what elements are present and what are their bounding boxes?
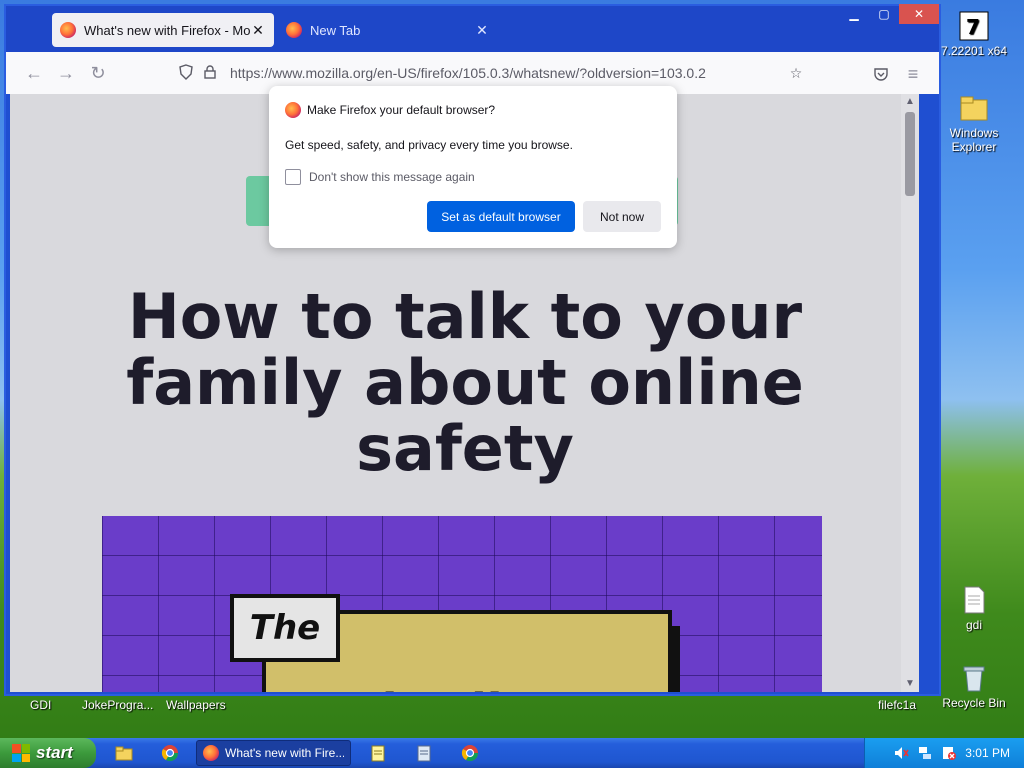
scrollbar[interactable]: ▲ ▼ [901,94,919,692]
desktop-icon-label: gdi [965,618,982,632]
notepad-quicklaunch-icon[interactable] [368,743,388,763]
hero-brand-text: TechTalk [298,684,517,692]
desktop-icon-label: 7.22201 x64 [940,44,1008,58]
document-quicklaunch-icon[interactable] [414,743,434,763]
taskbar: start What's new with Fire... 3:01 PM [0,738,1024,768]
svg-text:7: 7 [966,15,980,39]
tab-strip: What's new with Firefox - More ✕ New Tab… [6,4,939,52]
not-now-button[interactable]: Not now [583,201,661,232]
minimize-icon[interactable]: ▁ [839,4,869,24]
firefox-logo-icon [285,102,301,118]
scroll-down-icon[interactable]: ▼ [901,676,919,692]
set-default-browser-button[interactable]: Set as default browser [427,201,575,232]
scroll-up-icon[interactable]: ▲ [901,94,919,110]
pocket-icon[interactable] [865,58,897,90]
desktop-label-filefc1a[interactable]: filefc1a [878,698,916,712]
clock[interactable]: 3:01 PM [965,746,1010,760]
tracking-protection-shield-icon[interactable] [174,63,198,83]
security-alert-icon[interactable] [941,745,957,761]
dont-show-again-checkbox[interactable]: Don't show this message again [285,169,475,185]
page-headline: How to talk to your family about online … [126,280,804,485]
chrome-quicklaunch-icon[interactable] [160,743,180,763]
forward-icon[interactable]: → [50,57,82,89]
bookmark-star-icon[interactable]: ☆ [784,65,808,82]
url-bar[interactable]: https://www.mozilla.org/en-US/firefox/10… [174,58,808,88]
system-tray: 3:01 PM [864,738,1024,768]
tab-whats-new[interactable]: What's new with Firefox - More ✕ [52,13,274,47]
desktop-label-wallpapers[interactable]: Wallpapers [166,698,226,712]
firefox-logo-icon [203,745,219,761]
taskbar-item-label: What's new with Fire... [225,746,344,760]
explorer-quicklaunch-icon[interactable] [114,743,134,763]
desktop-icon-label: Windows Explorer [949,126,999,154]
close-tab-icon[interactable]: ✕ [474,22,490,39]
maximize-icon[interactable]: ▢ [869,4,899,24]
desktop-icon-windows-explorer[interactable]: Windows Explorer [934,92,1014,154]
start-label: start [36,743,73,762]
hero-image: The TechTalk [102,516,822,692]
recycle-bin-icon [963,666,985,692]
windows-logo-icon [12,744,30,762]
desktop-label-jokeprogram[interactable]: JokeProgra... [82,698,153,712]
desktop-label-gdi[interactable]: GDI [30,698,51,712]
folder-icon [960,96,988,121]
default-browser-dialog: Make Firefox your default browser? Get s… [269,86,677,248]
hero-the-label: The [230,594,340,662]
desktop-icon-label: Recycle Bin [942,696,1006,710]
taskbar-firefox-item[interactable]: What's new with Fire... [196,740,351,766]
document-icon [964,586,985,614]
menu-hamburger-icon[interactable]: ≡ [897,58,929,90]
firefox-logo-icon [60,22,76,38]
chrome-quicklaunch-icon-2[interactable] [460,743,480,763]
firefox-logo-icon [286,22,302,38]
reload-icon[interactable]: ↻ [82,57,114,89]
network-icon[interactable] [917,745,933,761]
dialog-title: Make Firefox your default browser? [307,103,496,117]
tab-title: What's new with Firefox - More [84,22,250,38]
url-text: https://www.mozilla.org/en-US/firefox/10… [230,65,706,81]
desktop-icon-gdi[interactable]: gdi [934,584,1014,632]
dialog-title-row: Make Firefox your default browser? [285,102,495,118]
desktop-icon-recycle-bin[interactable]: Recycle Bin [934,662,1014,710]
scrollbar-thumb[interactable] [905,112,915,196]
volume-muted-icon[interactable] [893,745,909,761]
lock-icon[interactable] [198,64,222,83]
window-controls: ▁ ▢ ✕ [839,4,939,24]
checkbox-label: Don't show this message again [309,170,475,184]
back-icon[interactable]: ← [18,57,50,89]
toolbar-right: ≡ [865,58,939,90]
checkbox-box[interactable] [285,169,301,185]
hero-box-shadow [668,626,680,692]
tab-title: New Tab [310,22,361,38]
close-tab-icon[interactable]: ✕ [250,22,266,39]
tab-new-tab[interactable]: New Tab ✕ [278,13,498,47]
app-7-icon: 7 [959,11,989,41]
desktop-icon-7zip[interactable]: 7 7.22201 x64 [934,10,1014,58]
start-button[interactable]: start [0,738,96,768]
close-window-icon[interactable]: ✕ [899,4,939,24]
dialog-description: Get speed, safety, and privacy every tim… [285,138,573,152]
